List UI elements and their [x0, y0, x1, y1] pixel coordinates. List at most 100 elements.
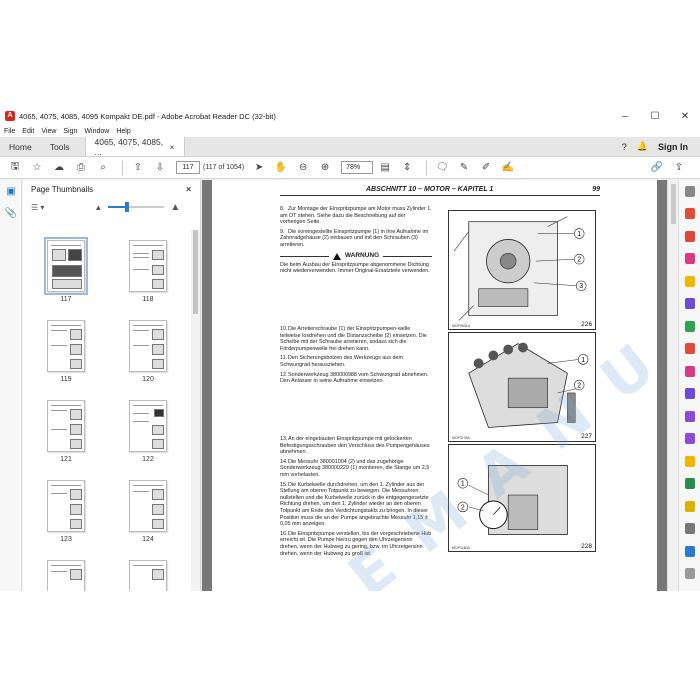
- thumbnail-label: 123: [60, 536, 72, 543]
- thumbnails-options: ☰ ▾ ▲ ▲: [23, 198, 200, 216]
- callout-2: 2: [577, 257, 581, 264]
- next-page-icon[interactable]: ⇩: [151, 159, 169, 177]
- sign-in-button[interactable]: Sign In: [658, 142, 688, 152]
- document-view[interactable]: ABSCHNITT 10 – MOTOR – KAPITEL 1 99 8. Zu…: [202, 180, 667, 591]
- thumbnail-page[interactable]: [129, 320, 167, 372]
- engine-drawing: 1 2 3: [453, 216, 587, 321]
- thumbnails-header: Page Thumbnails ✕: [23, 180, 200, 198]
- figure-code: MOP0831A: [452, 324, 471, 328]
- thumbnail-page[interactable]: [129, 240, 167, 292]
- scroll-mode-icon[interactable]: ⇕: [398, 159, 416, 177]
- edit-pdf-icon[interactable]: [679, 248, 700, 271]
- attachments-icon[interactable]: 📎: [0, 202, 22, 224]
- options-menu-icon[interactable]: ☰ ▾: [31, 203, 44, 212]
- page-thumbnails-icon[interactable]: ▣: [0, 180, 22, 202]
- thumbnail-label: 122: [142, 456, 154, 463]
- thumbnail-page[interactable]: [47, 480, 85, 532]
- thumbnail-page[interactable]: [47, 560, 85, 591]
- menu-view[interactable]: View: [41, 128, 56, 135]
- comment-tool-icon[interactable]: [679, 270, 700, 293]
- comment-icon[interactable]: 🗨: [433, 159, 451, 177]
- document-scrollbar-thumb[interactable]: [671, 184, 676, 224]
- slider-knob[interactable]: [124, 202, 129, 212]
- action-wizard-icon[interactable]: [679, 540, 700, 563]
- settings-tools-icon[interactable]: [679, 563, 700, 586]
- draw-icon[interactable]: ✐: [477, 159, 495, 177]
- document-scrollbar[interactable]: [667, 180, 678, 591]
- menu-edit[interactable]: Edit: [22, 128, 34, 135]
- close-panel-icon[interactable]: ✕: [185, 185, 192, 194]
- send-for-comments-icon[interactable]: [679, 450, 700, 473]
- page-number-input[interactable]: 117: [176, 161, 200, 174]
- create-pdf-icon[interactable]: [679, 225, 700, 248]
- search-tool-icon[interactable]: [679, 180, 700, 203]
- hand-tool-icon[interactable]: ✋: [272, 159, 290, 177]
- step-paragraph: 12.Sonderwerkzeug 380000988 vom Schwungr…: [280, 371, 429, 385]
- combine-files-icon[interactable]: [679, 293, 700, 316]
- measure-icon[interactable]: [679, 495, 700, 518]
- thumbnail-label: 119: [60, 376, 72, 383]
- page-fit-icon[interactable]: ▤: [376, 159, 394, 177]
- search-icon[interactable]: ⌕: [94, 159, 112, 177]
- select-cursor-icon[interactable]: ➤: [250, 159, 268, 177]
- minimize-button[interactable]: –: [610, 111, 640, 122]
- close-window-button[interactable]: ✕: [670, 111, 700, 122]
- protect-icon[interactable]: [679, 383, 700, 406]
- fill-sign-icon[interactable]: ✍: [499, 159, 517, 177]
- step-paragraph: 14.Die Messuhr 380001004 (2) und das zug…: [280, 458, 430, 478]
- toolbar: 🖫 ☆ ☁ ⎙ ⌕ ⇧ ⇩ 117 (117 of 1054) ➤ ✋ ⊖ ⊕ …: [0, 157, 700, 179]
- export-pdf-icon[interactable]: [679, 203, 700, 226]
- save-icon[interactable]: 🖫: [6, 159, 24, 177]
- thumbnail-label: 118: [142, 296, 154, 303]
- thumbnails-scrollbar[interactable]: [191, 230, 200, 591]
- zoom-in-icon[interactable]: ⊕: [316, 159, 334, 177]
- print-icon[interactable]: ⎙: [72, 159, 90, 177]
- scrollbar-thumb[interactable]: [193, 230, 198, 314]
- toolbar-divider: [426, 160, 428, 175]
- menu-sign[interactable]: Sign: [63, 128, 77, 135]
- upload-cloud-icon[interactable]: ☁: [50, 159, 68, 177]
- menu-file[interactable]: File: [4, 128, 15, 135]
- mountain-small-icon: ▲: [94, 202, 103, 212]
- menu-window[interactable]: Window: [84, 128, 109, 135]
- share-icon[interactable]: ⇪: [670, 159, 688, 177]
- share-link-icon[interactable]: 🔗: [648, 159, 666, 177]
- maximize-button[interactable]: ☐: [640, 111, 670, 122]
- text-block-2: 10.Die Arretierschraube (1) der Einsprit…: [280, 326, 432, 388]
- previous-page-icon[interactable]: ⇧: [129, 159, 147, 177]
- help-icon[interactable]: ?: [622, 142, 627, 152]
- highlight-pen-icon[interactable]: ✎: [455, 159, 473, 177]
- step-paragraph: 8. Zur Montage der Einspritzpumpe am Moto…: [280, 206, 431, 226]
- redact-icon[interactable]: [679, 360, 700, 383]
- notifications-icon[interactable]: 🔔: [637, 141, 648, 152]
- thumbnail-size-slider[interactable]: [108, 202, 165, 212]
- thumbnail-label: 117: [60, 296, 72, 303]
- page-thumbnails-panel: Page Thumbnails ✕ ☰ ▾ ▲ ▲ 117 118 119 12…: [23, 180, 201, 591]
- thumbnail-page[interactable]: [129, 560, 167, 591]
- step-paragraph: 9. Die voreingestellte Einspritzpumpe (1)…: [280, 228, 429, 248]
- bookmark-star-icon[interactable]: ☆: [28, 159, 46, 177]
- pdf-page: ABSCHNITT 10 – MOTOR – KAPITEL 1 99 8. Zu…: [212, 180, 667, 591]
- thumbnail-page[interactable]: [44, 237, 88, 295]
- tab-tools[interactable]: Tools: [41, 137, 79, 156]
- tab-close-icon[interactable]: ×: [170, 142, 175, 152]
- step-paragraph: 13.An der eingebauten Einspritzpumpe mit…: [280, 436, 430, 456]
- thumbnail-page[interactable]: [129, 400, 167, 452]
- menu-help[interactable]: Help: [116, 128, 130, 135]
- thumbnail-page[interactable]: [129, 480, 167, 532]
- stamp-icon[interactable]: [679, 473, 700, 496]
- more-tools-icon[interactable]: [679, 518, 700, 541]
- thumbnail-label: 120: [142, 376, 154, 383]
- zoom-select[interactable]: 78%: [341, 161, 374, 174]
- send-for-signature-icon[interactable]: [679, 428, 700, 451]
- fill-and-sign-icon[interactable]: [679, 405, 700, 428]
- zoom-out-icon[interactable]: ⊖: [294, 159, 312, 177]
- tab-document[interactable]: 4065, 4075, 4085, ... ×: [84, 137, 185, 157]
- compress-pdf-icon[interactable]: [679, 338, 700, 361]
- organize-pages-icon[interactable]: [679, 315, 700, 338]
- page-count: (117 of 1054): [203, 164, 245, 171]
- thumbnail-page[interactable]: [47, 400, 85, 452]
- thumbnail-page[interactable]: [47, 320, 85, 372]
- tab-home[interactable]: Home: [0, 137, 41, 156]
- thumbnail-label: 121: [60, 456, 72, 463]
